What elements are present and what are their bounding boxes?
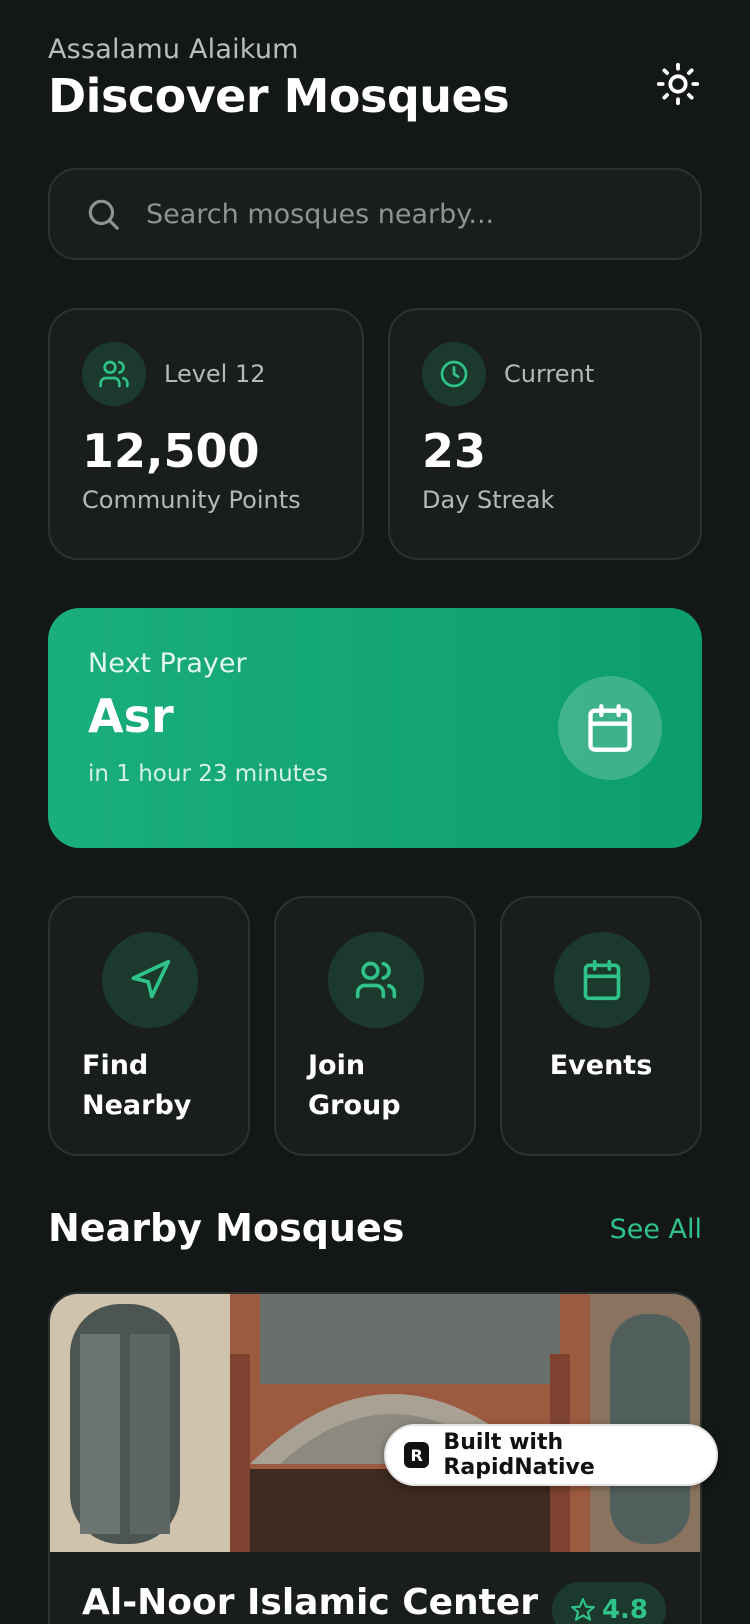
stat-caption: Day Streak xyxy=(422,486,555,514)
built-with-badge[interactable]: R Built with RapidNative xyxy=(384,1424,718,1486)
stat-caption: Community Points xyxy=(82,486,301,514)
badge-text: Built with RapidNative xyxy=(443,1430,595,1480)
stat-card-points[interactable]: Level 12 12,500 Community Points xyxy=(48,308,364,560)
clock-icon xyxy=(422,342,486,406)
rating-value: 4.8 xyxy=(601,1595,648,1624)
section-title: Nearby Mosques xyxy=(48,1206,405,1250)
action-events[interactable]: Events xyxy=(500,896,702,1156)
action-find-nearby[interactable]: Find Nearby xyxy=(48,896,250,1156)
greeting-text: Assalamu Alaikum xyxy=(48,34,299,65)
mosque-name: Al-Noor Islamic Center xyxy=(82,1582,539,1623)
next-prayer-card[interactable]: Next Prayer Asr in 1 hour 23 minutes xyxy=(48,608,702,848)
search-input[interactable]: Search mosques nearby... xyxy=(146,199,494,230)
rating-badge: 4.8 xyxy=(551,1582,666,1624)
see-all-link[interactable]: See All xyxy=(610,1214,702,1245)
action-label: Events xyxy=(549,1050,653,1081)
star-icon xyxy=(571,1598,595,1621)
action-join-group[interactable]: Join Group xyxy=(274,896,476,1156)
navigation-icon xyxy=(102,932,198,1028)
action-label: Join Group xyxy=(308,1050,401,1121)
sun-icon xyxy=(656,62,700,106)
users-icon xyxy=(328,932,424,1028)
mosque-image xyxy=(50,1294,700,1552)
rapidnative-logo-icon: R xyxy=(404,1442,430,1468)
action-label: Find Nearby xyxy=(82,1050,192,1121)
stat-label: Level 12 xyxy=(164,360,266,388)
page-title: Discover Mosques xyxy=(48,69,510,123)
page-header: Assalamu Alaikum Discover Mosques xyxy=(48,34,702,134)
calendar-icon xyxy=(554,932,650,1028)
next-prayer-label: Next Prayer xyxy=(88,648,247,679)
calendar-icon xyxy=(558,676,662,780)
stat-card-streak[interactable]: Current 23 Day Streak xyxy=(388,308,702,560)
theme-toggle-button[interactable] xyxy=(654,60,702,108)
search-bar[interactable]: Search mosques nearby... xyxy=(48,168,702,260)
stat-value: 23 xyxy=(422,424,487,478)
users-icon xyxy=(82,342,146,406)
stat-value: 12,500 xyxy=(82,424,260,478)
search-icon xyxy=(88,199,119,230)
stat-label: Current xyxy=(504,360,595,388)
